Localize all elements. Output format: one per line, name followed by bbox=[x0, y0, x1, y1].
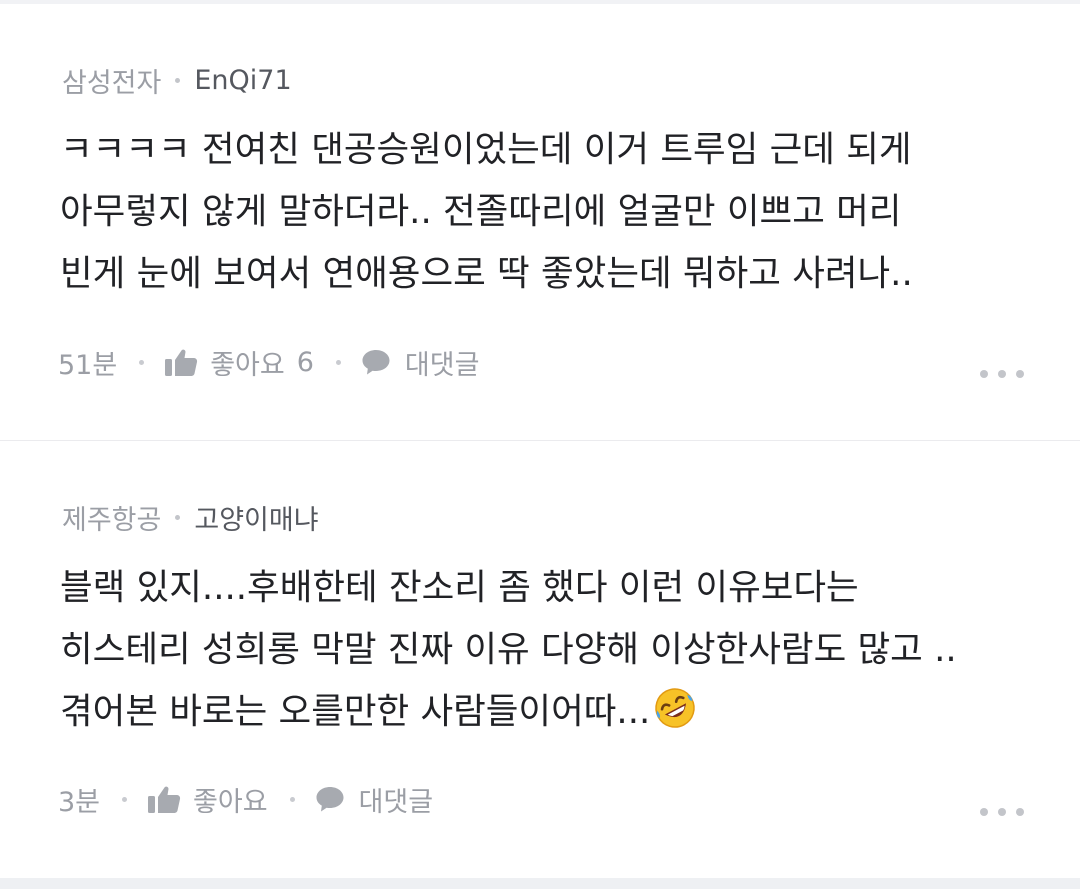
separator-dot bbox=[335, 359, 341, 365]
thumbs-up-icon bbox=[164, 347, 198, 377]
reply-button[interactable]: 대댓글 bbox=[315, 780, 434, 819]
speech-bubble-icon bbox=[315, 785, 345, 813]
rolling-on-floor-laughing-emoji bbox=[652, 685, 698, 731]
comment-body-line: 블랙 있지....후배한테 잔소리 좀 했다 이런 이유보다는 bbox=[60, 567, 859, 608]
separator-dot bbox=[139, 359, 145, 365]
speech-bubble-icon bbox=[361, 348, 391, 376]
author-nickname[interactable]: EnQi71 bbox=[194, 65, 291, 96]
separator-dot bbox=[175, 514, 181, 520]
comment-body-text: 겪어본 바로는 오를만한 사람들이어따... bbox=[60, 691, 651, 732]
thumbs-up-icon bbox=[147, 784, 181, 814]
author-nickname[interactable]: 고양이매냐 bbox=[194, 498, 318, 537]
like-label: 좋아요 bbox=[210, 349, 285, 381]
comment-body: 블랙 있지....후배한테 잔소리 좀 했다 이런 이유보다는 히스테리 성희롱… bbox=[60, 557, 1050, 743]
bottom-divider bbox=[0, 878, 1080, 889]
more-dots-icon bbox=[998, 808, 1006, 816]
more-dots-icon bbox=[998, 370, 1006, 378]
comment-body: ㅋㅋㅋㅋ 전여친 댄공승원이었는데 이거 트루임 근데 되게 아무렇지 않게 말… bbox=[60, 119, 1050, 305]
like-button[interactable]: 좋아요 bbox=[147, 780, 268, 819]
comment-action-row: 51분 좋아요 6 대댓글 bbox=[58, 340, 479, 384]
comment-body-line: 히스테리 성희롱 막말 진짜 이유 다양해 이상한사람도 많고 .. bbox=[60, 629, 957, 670]
comment-body-line: 빈게 눈에 보여서 연애용으로 딱 좋았는데 뭐하고 사려나.. bbox=[60, 253, 913, 294]
reply-label: 대댓글 bbox=[358, 786, 434, 818]
more-dots-icon bbox=[1016, 808, 1024, 816]
author-company: 제주항공 bbox=[62, 504, 162, 536]
comment-body-line: 아무렇지 않게 말하더라.. 전졸따리에 얼굴만 이쁘고 머리 bbox=[60, 191, 902, 232]
separator-dot bbox=[289, 796, 295, 802]
separator-dot bbox=[175, 77, 181, 83]
comment-time: 51분 bbox=[58, 349, 118, 381]
comment-time: 3분 bbox=[58, 786, 101, 818]
like-button[interactable]: 좋아요 6 bbox=[164, 343, 314, 382]
comment-body-line: ㅋㅋㅋㅋ 전여친 댄공승원이었는데 이거 트루임 근데 되게 bbox=[60, 129, 912, 170]
reply-label: 대댓글 bbox=[404, 349, 480, 381]
more-options-button[interactable] bbox=[980, 364, 1024, 384]
like-count: 6 bbox=[296, 346, 314, 378]
comment-author-line: 삼성전자 EnQi71 bbox=[62, 58, 292, 102]
like-label: 좋아요 bbox=[193, 786, 268, 818]
reply-button[interactable]: 대댓글 bbox=[361, 343, 480, 382]
comment-author-line: 제주항공 고양이매냐 bbox=[62, 495, 319, 539]
more-dots-icon bbox=[980, 370, 988, 378]
comment-action-row: 3분 좋아요 대댓글 bbox=[58, 777, 433, 821]
more-options-button[interactable] bbox=[980, 802, 1024, 822]
comment-item: 제주항공 고양이매냐 블랙 있지....후배한테 잔소리 좀 했다 이런 이유보… bbox=[0, 441, 1080, 878]
more-dots-icon bbox=[980, 808, 988, 816]
author-company: 삼성전자 bbox=[62, 67, 162, 99]
more-dots-icon bbox=[1016, 370, 1024, 378]
separator-dot bbox=[122, 796, 128, 802]
comment-item: 삼성전자 EnQi71 ㅋㅋㅋㅋ 전여친 댄공승원이었는데 이거 트루임 근데 … bbox=[0, 4, 1080, 440]
comment-body-line: 겪어본 바로는 오를만한 사람들이어따... bbox=[60, 681, 1050, 743]
